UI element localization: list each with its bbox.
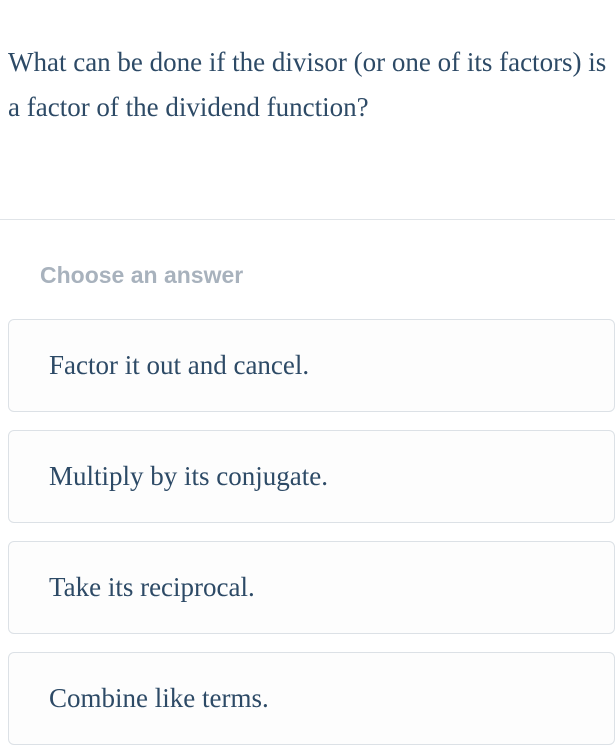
answer-option-1[interactable]: Multiply by its conjugate. xyxy=(8,430,615,523)
question-text: What can be done if the divisor (or one … xyxy=(8,40,607,129)
instruction-label: Choose an answer xyxy=(0,262,615,289)
question-section: What can be done if the divisor (or one … xyxy=(0,0,615,219)
answer-text: Combine like terms. xyxy=(49,683,269,713)
answer-text: Factor it out and cancel. xyxy=(49,350,309,380)
answer-option-3[interactable]: Combine like terms. xyxy=(8,652,615,745)
answer-text: Multiply by its conjugate. xyxy=(49,461,328,491)
answer-option-2[interactable]: Take its reciprocal. xyxy=(8,541,615,634)
answer-section: Choose an answer Factor it out and cance… xyxy=(0,219,615,745)
answer-text: Take its reciprocal. xyxy=(49,572,255,602)
answer-option-0[interactable]: Factor it out and cancel. xyxy=(8,319,615,412)
